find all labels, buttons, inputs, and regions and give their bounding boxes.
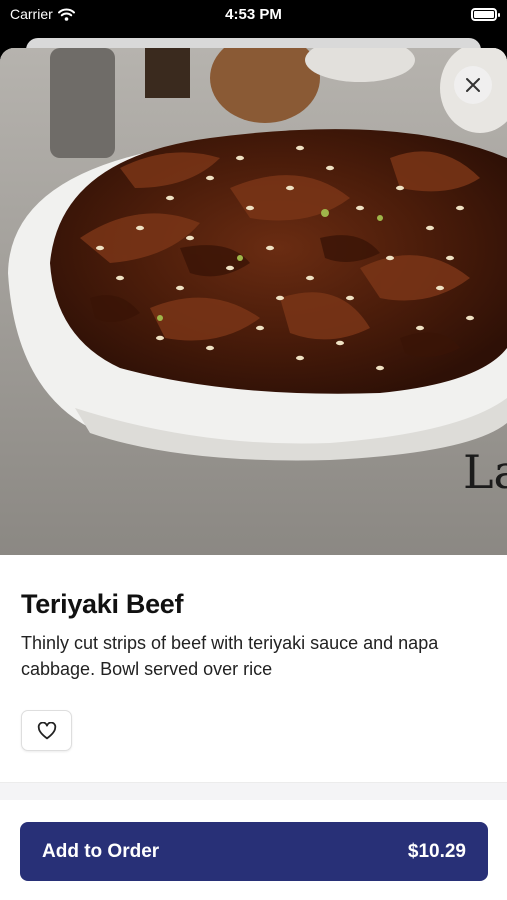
heart-icon <box>37 721 56 739</box>
item-detail-sheet: La Teriyaki Beef Thinly cut strips of be… <box>0 48 507 900</box>
sign-text: La <box>463 445 507 499</box>
close-icon <box>466 78 480 92</box>
order-price: $10.29 <box>407 840 466 862</box>
status-bar: Carrier 4:53 PM <box>0 0 507 30</box>
add-to-order-label: Add to Order <box>42 840 160 862</box>
battery-icon <box>471 8 500 21</box>
add-to-order-button[interactable]: Add to Order $10.29 <box>20 822 488 881</box>
status-time: 4:53 PM <box>225 6 282 23</box>
close-button[interactable] <box>454 66 492 104</box>
section-divider <box>0 782 507 800</box>
item-photo: La <box>0 48 507 555</box>
item-title: Teriyaki Beef <box>21 589 184 619</box>
item-info: Teriyaki Beef Thinly cut strips of beef … <box>0 555 507 751</box>
item-description: Thinly cut strips of beef with teriyaki … <box>21 633 439 679</box>
favorite-button[interactable] <box>21 710 72 751</box>
